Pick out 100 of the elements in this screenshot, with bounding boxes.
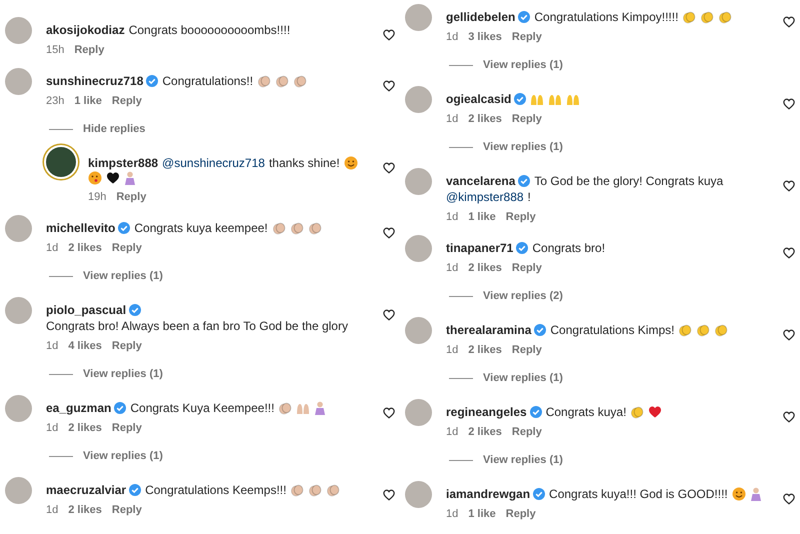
username-link[interactable]: ogiealcasid <box>446 91 512 107</box>
comment-time: 1d <box>446 343 458 358</box>
reply-link[interactable]: Reply <box>512 260 542 276</box>
like-button[interactable] <box>782 410 796 424</box>
like-button[interactable] <box>382 406 396 420</box>
avatar <box>405 235 432 262</box>
avatar <box>5 395 32 422</box>
username-link[interactable]: akosijokodiaz <box>46 22 125 38</box>
like-button[interactable] <box>782 15 796 29</box>
mention-link[interactable]: @kimpster888 <box>446 189 524 205</box>
username-link[interactable]: vancelarena <box>446 173 516 189</box>
username-link[interactable]: regineangeles <box>446 404 527 420</box>
avatar <box>5 17 32 44</box>
reply-link[interactable]: Reply <box>506 506 536 522</box>
avatar <box>5 477 32 504</box>
username-link[interactable]: maecruzalviar <box>46 482 126 498</box>
reply-link[interactable]: Reply <box>506 209 536 225</box>
replies-toggle[interactable]: Hide replies <box>83 121 146 137</box>
username-link[interactable]: piolo_pascual <box>46 302 126 318</box>
username-link[interactable]: sunshinecruz718 <box>46 73 144 89</box>
comment-time: 15h <box>46 43 64 58</box>
likes-count[interactable]: 1 like <box>468 209 496 225</box>
comment-text: Congrats kuya keempee! <box>134 220 268 236</box>
comment-text: Congrats kuya!!! God is GOOD!!!! <box>549 486 728 502</box>
username-link[interactable]: kimpster888 <box>88 155 158 171</box>
comment-time: 23h <box>46 94 64 109</box>
like-button[interactable] <box>782 97 796 111</box>
comment-time: 1d <box>46 241 58 256</box>
reply-link[interactable]: Reply <box>112 502 142 518</box>
comment-text: Congrats boooooooooombs!!!! <box>128 22 290 38</box>
comment-text: Congrats kuya! <box>546 404 626 420</box>
likes-count[interactable]: 1 like <box>468 506 496 522</box>
likes-count[interactable]: 2 likes <box>468 424 502 440</box>
reply-link[interactable]: Reply <box>512 29 542 45</box>
avatar <box>5 68 32 95</box>
username-link[interactable]: michellevito <box>46 220 116 236</box>
likes-count[interactable]: 3 likes <box>468 29 502 45</box>
likes-count[interactable]: 2 likes <box>468 342 502 358</box>
replies-toggle[interactable]: View replies (2) <box>483 288 563 304</box>
comment-text: Congrats bro! Always been a fan bro To God be the glory <box>46 318 348 334</box>
avatar <box>5 297 32 324</box>
replies-toggle[interactable]: View replies (1) <box>483 370 563 386</box>
like-button[interactable] <box>382 308 396 322</box>
reply-link[interactable]: Reply <box>512 424 542 440</box>
likes-count[interactable]: 2 likes <box>68 420 102 436</box>
like-button[interactable] <box>782 179 796 193</box>
like-button[interactable] <box>382 488 396 502</box>
like-button[interactable] <box>382 226 396 240</box>
replies-toggle[interactable]: View replies (1) <box>83 366 163 382</box>
reply-link[interactable]: Reply <box>112 240 142 256</box>
comment-text: To God be the glory! Congrats kuya <box>534 173 724 189</box>
avatar <box>405 86 432 113</box>
like-button[interactable] <box>782 328 796 342</box>
comment-time: 1d <box>446 30 458 45</box>
reply-link[interactable]: Reply <box>112 338 142 354</box>
comment-time: 19h <box>88 190 106 205</box>
reply-link[interactable]: Reply <box>116 189 146 205</box>
like-button[interactable] <box>382 161 396 175</box>
username-link[interactable]: therealaramina <box>446 322 532 338</box>
avatar <box>405 168 432 195</box>
username-link[interactable]: iamandrewgan <box>446 486 530 502</box>
username-link[interactable]: tinapaner71 <box>446 240 514 256</box>
comment-text: Congratulations Kimpoy!!!!! <box>534 9 678 25</box>
avatar <box>405 399 432 426</box>
reply-link[interactable]: Reply <box>512 111 542 127</box>
mention-link[interactable]: @sunshinecruz718 <box>162 155 265 171</box>
like-button[interactable] <box>782 492 796 506</box>
comment-time: 1d <box>46 503 58 518</box>
username-link[interactable]: ea_guzman <box>46 400 112 416</box>
likes-count[interactable]: 4 likes <box>68 338 102 354</box>
likes-count[interactable]: 2 likes <box>468 111 502 127</box>
like-button[interactable] <box>782 246 796 260</box>
reply-link[interactable]: Reply <box>112 93 142 109</box>
comment-time: 1d <box>446 507 458 522</box>
comment-text: Congratulations!! <box>162 73 254 89</box>
comment-time: 1d <box>446 112 458 127</box>
avatar <box>405 317 432 344</box>
likes-count[interactable]: 2 likes <box>68 502 102 518</box>
replies-toggle[interactable]: View replies (1) <box>483 57 563 73</box>
comment-time: 1d <box>46 421 58 436</box>
replies-toggle[interactable]: View replies (1) <box>483 452 563 468</box>
reply-link[interactable]: Reply <box>512 342 542 358</box>
username-link[interactable]: gellidebelen <box>446 9 516 25</box>
comment-text: Congrats Kuya Keempee!!! <box>130 400 274 416</box>
comment-time: 1d <box>446 210 458 225</box>
comment-time: 1d <box>446 261 458 276</box>
like-button[interactable] <box>382 79 396 93</box>
avatar <box>5 215 32 242</box>
avatar <box>405 481 432 508</box>
likes-count[interactable]: 1 like <box>74 93 102 109</box>
reply-link[interactable]: Reply <box>74 42 104 58</box>
reply-link[interactable]: Reply <box>112 420 142 436</box>
replies-toggle[interactable]: View replies (1) <box>83 448 163 464</box>
avatar <box>405 4 432 31</box>
comment-time: 1d <box>46 339 58 354</box>
like-button[interactable] <box>382 28 396 42</box>
likes-count[interactable]: 2 likes <box>68 240 102 256</box>
likes-count[interactable]: 2 likes <box>468 260 502 276</box>
replies-toggle[interactable]: View replies (1) <box>83 268 163 284</box>
replies-toggle[interactable]: View replies (1) <box>483 139 563 155</box>
